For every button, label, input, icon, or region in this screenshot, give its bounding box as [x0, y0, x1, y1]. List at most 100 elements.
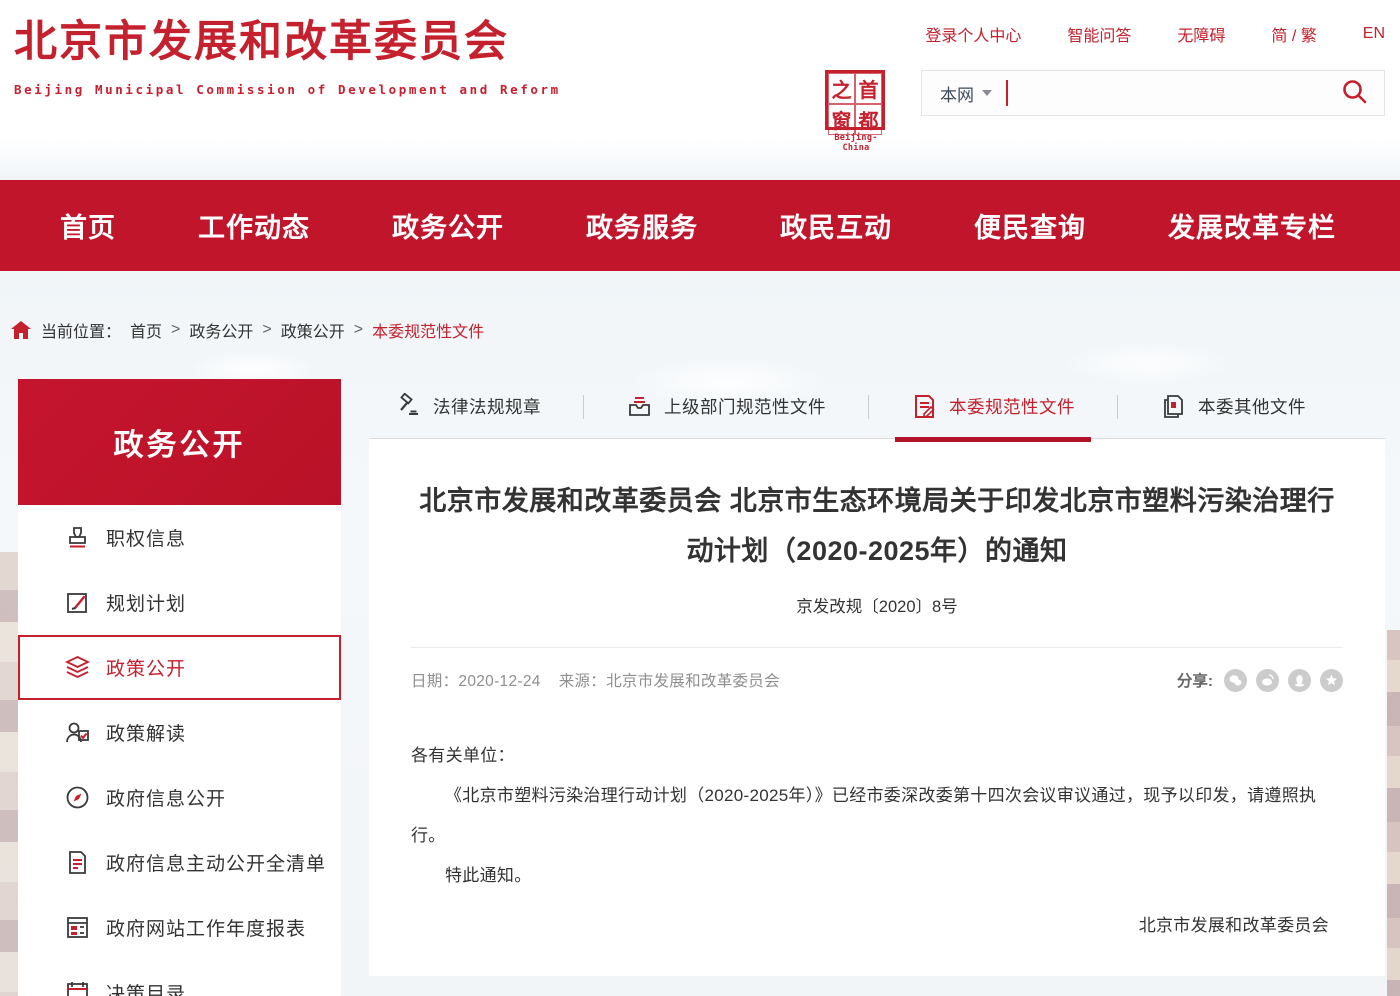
- background-photo-left-edge: [0, 552, 18, 996]
- inbox-icon: [626, 393, 653, 420]
- search-box: 本网: [921, 70, 1385, 116]
- search-input[interactable]: [1018, 73, 1339, 113]
- breadcrumb-home[interactable]: 首页: [130, 318, 162, 342]
- top-links: 登录个人中心 智能问答 无障碍 简 / 繁 EN: [825, 22, 1385, 46]
- document-type-tabs: 法律法规规章 上级部门规范性文件 本委规范性文件: [369, 379, 1385, 439]
- breadcrumb-gov-open[interactable]: 政务公开: [189, 318, 253, 342]
- seal-box: 之 首 窗 都: [825, 70, 885, 130]
- home-icon: [10, 320, 32, 340]
- site-logo[interactable]: 北京市发展和改革委员会 Beijing Municipal Commission…: [14, 16, 561, 97]
- sidebar-item-gov-info-disclosure[interactable]: 政府信息公开: [18, 765, 341, 830]
- search-scope-dropdown[interactable]: 本网: [940, 81, 992, 106]
- main-navigation: 首页 工作动态 政务公开 政务服务 政民互动 便民查询 发展改革专栏: [0, 180, 1400, 271]
- sidebar-item-policy-open[interactable]: 政策公开: [18, 635, 341, 700]
- share-label: 分享:: [1177, 669, 1213, 691]
- body-paragraph: 《北京市塑料污染治理行动计划（2020-2025年）》已经市委深改委第十四次会议…: [411, 776, 1343, 856]
- list-doc-icon: [64, 849, 91, 876]
- search-row: 之 首 窗 都 Beijing-China 本网: [825, 70, 1385, 153]
- seal-char: 首: [855, 73, 882, 104]
- article: 北京市发展和改革委员会 北京市生态环境局关于印发北京市塑料污染治理行动计划（20…: [369, 439, 1385, 976]
- chevron-down-icon: [982, 90, 992, 96]
- date-source: 日期：2020-12-24来源：北京市发展和改革委员会: [411, 669, 780, 691]
- tab-committee-normative-documents[interactable]: 本委规范性文件: [905, 393, 1081, 420]
- weibo-icon: [1261, 674, 1274, 687]
- tab-separator: [868, 395, 869, 419]
- share-favorite-button[interactable]: [1320, 669, 1343, 692]
- breadcrumb-policy-open[interactable]: 政策公开: [281, 318, 345, 342]
- qq-icon: [1293, 674, 1306, 687]
- capital-window-seal-logo[interactable]: 之 首 窗 都 Beijing-China: [825, 70, 887, 153]
- date-value: 2020-12-24: [458, 673, 540, 690]
- plan-doc-icon: [64, 589, 91, 616]
- seal-char: 之: [828, 73, 855, 104]
- sidebar-title: 政务公开: [18, 379, 341, 505]
- sidebar-item-website-annual-report[interactable]: 政府网站工作年度报表: [18, 895, 341, 960]
- wechat-icon: [1229, 674, 1242, 687]
- breadcrumb-separator: >: [354, 321, 363, 339]
- source-label: 来源：: [559, 673, 606, 690]
- doc-pencil-icon: [911, 393, 938, 420]
- main-area: 政务公开 职权信息 规划计划 政策公开: [18, 379, 1400, 996]
- tab-superior-normative-documents[interactable]: 上级部门规范性文件: [620, 393, 832, 420]
- sidebar-item-label: 规划计划: [106, 589, 186, 616]
- link-smart-qa[interactable]: 智能问答: [1067, 22, 1131, 46]
- site-subtitle: Beijing Municipal Commission of Developm…: [14, 82, 561, 97]
- doc-copy-icon: [1160, 393, 1187, 420]
- signature: 北京市发展和改革委员会: [411, 906, 1343, 946]
- seal-caption: Beijing-China: [825, 133, 887, 153]
- article-body: 各有关单位： 《北京市塑料污染治理行动计划（2020-2025年）》已经市委深改…: [411, 736, 1343, 946]
- link-english[interactable]: EN: [1363, 25, 1385, 43]
- sidebar: 政务公开 职权信息 规划计划 政策公开: [18, 379, 341, 996]
- link-login-personal-center[interactable]: 登录个人中心: [925, 22, 1021, 46]
- person-check-icon: [64, 719, 91, 746]
- catalog-icon: [64, 979, 91, 996]
- sidebar-item-label: 政府网站工作年度报表: [106, 914, 306, 941]
- breadcrumb-current: 本委规范性文件: [372, 318, 484, 342]
- share-qq-button[interactable]: [1288, 669, 1311, 692]
- compass-icon: [64, 784, 91, 811]
- search-button[interactable]: [1339, 76, 1370, 110]
- link-accessibility[interactable]: 无障碍: [1177, 22, 1225, 46]
- sidebar-item-planning[interactable]: 规划计划: [18, 570, 341, 635]
- meta-divider: [411, 647, 1343, 648]
- header-right: 登录个人中心 智能问答 无障碍 简 / 繁 EN 之 首 窗 都 Beijing…: [825, 22, 1385, 153]
- body-paragraph: 特此通知。: [411, 856, 1343, 896]
- salutation: 各有关单位：: [411, 736, 1343, 776]
- tab-committee-other-documents[interactable]: 本委其他文件: [1154, 393, 1312, 420]
- breadcrumb: 当前位置： 首页 > 政务公开 > 政策公开 > 本委规范性文件: [10, 318, 1400, 342]
- sidebar-item-policy-interpretation[interactable]: 政策解读: [18, 700, 341, 765]
- search-cursor: [1006, 80, 1008, 106]
- sidebar-item-label: 政府信息公开: [106, 784, 226, 811]
- tab-laws-regulations[interactable]: 法律法规规章: [389, 393, 547, 420]
- site-title: 北京市发展和改革委员会: [14, 16, 561, 70]
- sidebar-item-label: 政策解读: [106, 719, 186, 746]
- tab-separator: [583, 395, 584, 419]
- nav-item-gov-services[interactable]: 政务服务: [586, 206, 698, 245]
- stamp-icon: [64, 524, 91, 551]
- nav-item-convenient-query[interactable]: 便民查询: [974, 206, 1086, 245]
- link-simplified-traditional[interactable]: 简 / 繁: [1271, 22, 1316, 46]
- tab-label: 本委规范性文件: [949, 394, 1075, 419]
- share-wechat-button[interactable]: [1224, 669, 1247, 692]
- sidebar-item-label: 政策公开: [106, 654, 186, 681]
- source-value: 北京市发展和改革委员会: [606, 673, 780, 690]
- nav-item-home[interactable]: 首页: [60, 206, 116, 245]
- sidebar-item-disclosure-full-list[interactable]: 政府信息主动公开全清单: [18, 830, 341, 895]
- breadcrumb-label: 当前位置：: [41, 318, 121, 342]
- nav-item-work-dynamics[interactable]: 工作动态: [198, 206, 310, 245]
- sidebar-item-decision-catalog[interactable]: 决策目录: [18, 960, 341, 996]
- gavel-icon: [395, 393, 422, 420]
- nav-item-reform-column[interactable]: 发展改革专栏: [1168, 206, 1336, 245]
- nav-item-gov-affairs-open[interactable]: 政务公开: [392, 206, 504, 245]
- nav-item-public-interaction[interactable]: 政民互动: [780, 206, 892, 245]
- share-bar: 分享:: [1177, 669, 1343, 692]
- share-weibo-button[interactable]: [1256, 669, 1279, 692]
- article-meta: 日期：2020-12-24来源：北京市发展和改革委员会 分享:: [411, 669, 1343, 692]
- breadcrumb-separator: >: [171, 321, 180, 339]
- tab-separator: [1117, 395, 1118, 419]
- tab-label: 法律法规规章: [433, 394, 541, 419]
- sidebar-item-authority-info[interactable]: 职权信息: [18, 505, 341, 570]
- report-icon: [64, 914, 91, 941]
- sidebar-title-text: 政务公开: [114, 420, 246, 464]
- site-header: 北京市发展和改革委员会 Beijing Municipal Commission…: [0, 0, 1400, 150]
